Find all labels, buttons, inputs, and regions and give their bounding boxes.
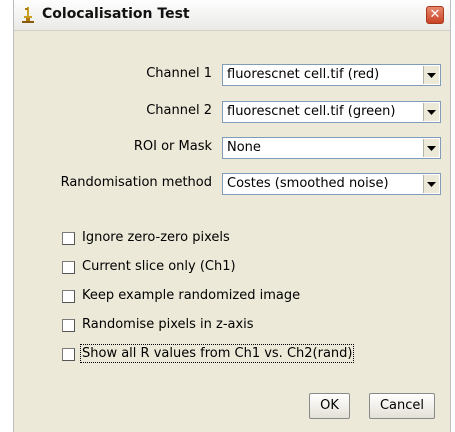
- channel1-label: Channel 1: [146, 66, 212, 81]
- roi-mask-value: None: [227, 140, 261, 155]
- chevron-down-icon[interactable]: [423, 103, 439, 121]
- chevron-down-icon[interactable]: [423, 139, 439, 157]
- current-slice-only-checkbox[interactable]: [62, 261, 75, 274]
- channel2-value: fluorescnet cell.tif (green): [227, 104, 396, 119]
- ignore-zero-zero-label: Ignore zero-zero pixels: [82, 230, 230, 245]
- title-bar[interactable]: Colocalisation Test ✕: [14, 0, 450, 31]
- randomisation-method-label: Randomisation method: [60, 175, 212, 190]
- close-button[interactable]: ✕: [426, 6, 444, 24]
- keep-example-randomized-checkbox[interactable]: [62, 290, 75, 303]
- cancel-button[interactable]: Cancel: [369, 393, 435, 419]
- channel2-label: Channel 2: [146, 103, 212, 118]
- show-all-r-values-checkbox[interactable]: [62, 348, 75, 361]
- window-title: Colocalisation Test: [42, 6, 190, 22]
- imagej-microscope-icon: [20, 6, 36, 24]
- ok-button[interactable]: OK: [309, 393, 350, 419]
- channel1-value: fluorescnet cell.tif (red): [227, 67, 380, 82]
- ignore-zero-zero-checkbox[interactable]: [62, 232, 75, 245]
- randomise-z-axis-checkbox[interactable]: [62, 319, 75, 332]
- roi-mask-select[interactable]: None: [222, 137, 441, 159]
- randomisation-method-select[interactable]: Costes (smoothed noise): [222, 173, 441, 195]
- channel2-select[interactable]: fluorescnet cell.tif (green): [222, 101, 441, 123]
- chevron-down-icon[interactable]: [423, 175, 439, 193]
- current-slice-only-label: Current slice only (Ch1): [82, 259, 236, 274]
- show-all-r-values-label: Show all R values from Ch1 vs. Ch2(rand): [79, 344, 355, 363]
- channel1-select[interactable]: fluorescnet cell.tif (red): [222, 64, 441, 86]
- keep-example-randomized-label: Keep example randomized image: [82, 288, 301, 303]
- randomisation-method-value: Costes (smoothed noise): [227, 176, 389, 191]
- roi-mask-label: ROI or Mask: [133, 139, 212, 154]
- chevron-down-icon[interactable]: [423, 66, 439, 84]
- dialog-window: Colocalisation Test ✕ Channel 1 fluoresc…: [13, 0, 451, 432]
- randomise-z-axis-label: Randomise pixels in z-axis: [82, 317, 254, 332]
